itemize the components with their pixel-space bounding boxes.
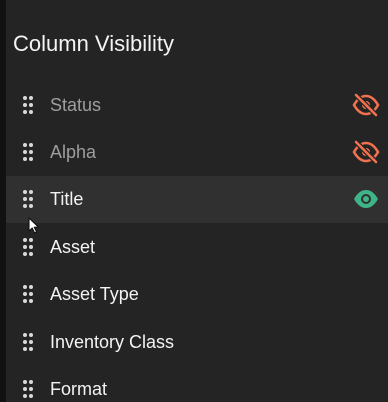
column-row-format[interactable]: Format <box>6 365 388 402</box>
drag-handle-icon[interactable] <box>22 379 34 399</box>
column-label: Status <box>50 94 102 115</box>
column-row-status[interactable]: Status <box>6 81 388 128</box>
column-visibility-panel: Column Visibility Status Alpha Title Ass… <box>6 0 388 402</box>
mouse-pointer-icon <box>28 217 40 234</box>
eye-off-icon[interactable] <box>352 92 380 117</box>
column-label: Inventory Class <box>50 331 175 352</box>
column-row-asset[interactable]: Asset <box>6 223 388 270</box>
column-label: Asset <box>50 236 96 257</box>
drag-handle-icon[interactable] <box>22 95 34 115</box>
column-row-alpha[interactable]: Alpha <box>6 128 388 175</box>
drag-handle-icon[interactable] <box>22 142 34 162</box>
drag-handle-icon[interactable] <box>22 237 34 257</box>
column-label: Alpha <box>50 142 97 163</box>
column-label: Asset Type <box>50 284 139 305</box>
column-list: Status Alpha Title Asset Asset Type Inve… <box>6 81 388 402</box>
column-row-asset-type[interactable]: Asset Type <box>6 271 388 318</box>
column-row-inventory-class[interactable]: Inventory Class <box>6 318 388 365</box>
eye-off-icon[interactable] <box>352 140 380 164</box>
drag-handle-icon[interactable] <box>22 332 34 352</box>
drag-handle-icon[interactable] <box>22 284 34 304</box>
column-row-title[interactable]: Title <box>6 175 388 224</box>
column-label: Format <box>50 379 108 400</box>
panel-title: Column Visibility <box>13 31 174 56</box>
column-label: Title <box>50 189 84 210</box>
drag-handle-icon[interactable] <box>22 189 34 209</box>
eye-icon[interactable] <box>352 187 380 211</box>
